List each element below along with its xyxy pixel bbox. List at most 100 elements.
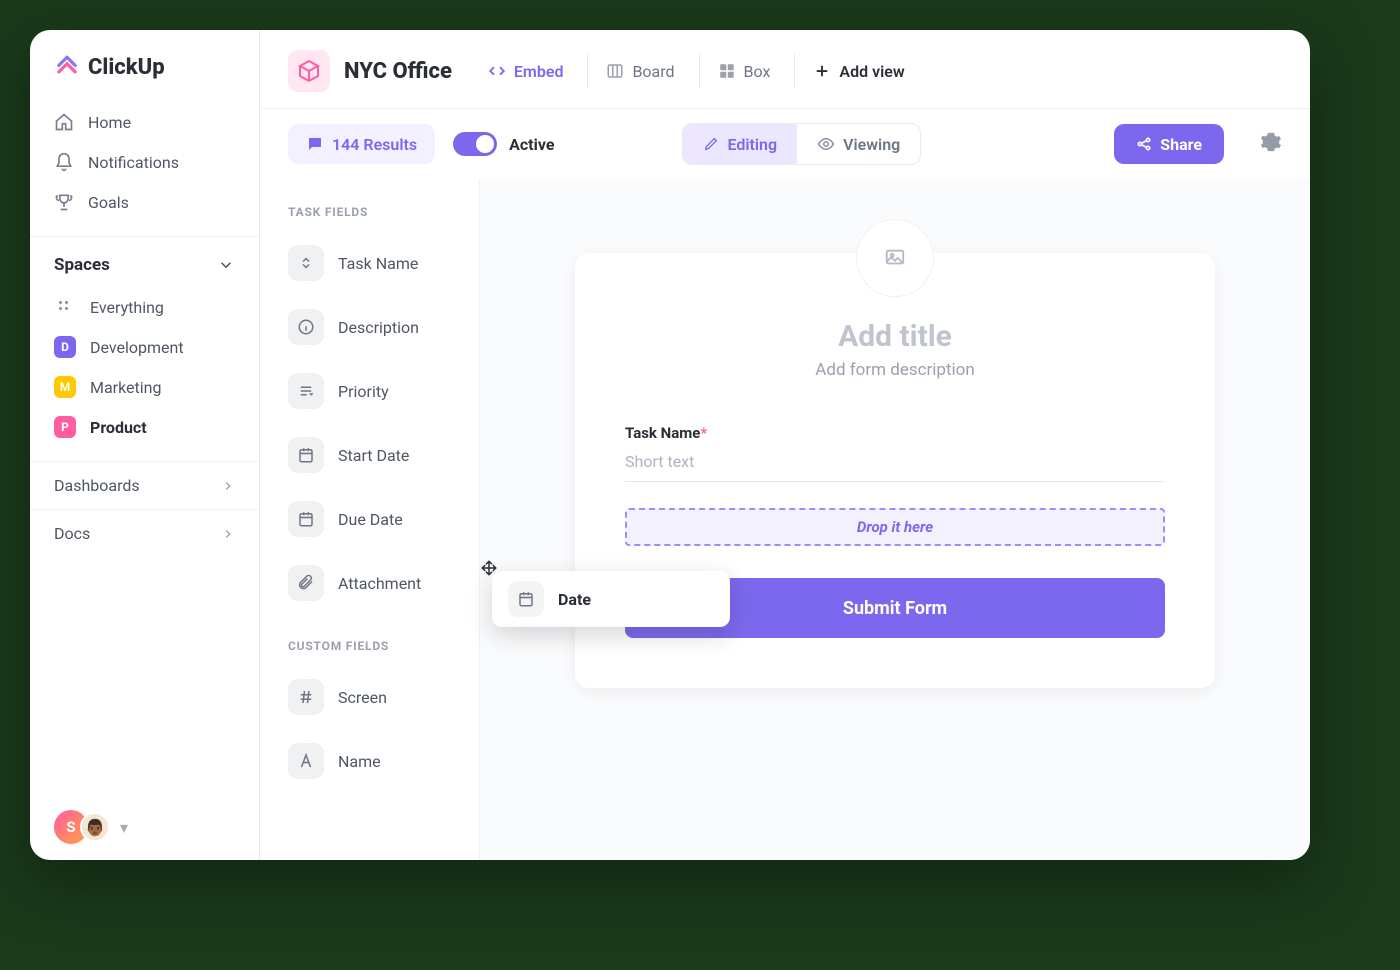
nav-home[interactable]: Home [30,102,259,142]
view-tab-embed[interactable]: Embed [470,54,582,88]
dragging-field-chip[interactable]: Date [492,571,730,627]
mode-editing-label: Editing [727,135,777,154]
field-label: Start Date [338,446,409,465]
field-label: Screen [338,688,387,707]
bell-icon [54,152,74,172]
avatar-secondary: 👨🏾 [80,812,110,842]
field-name[interactable]: Name [288,735,479,787]
field-start-date[interactable]: Start Date [288,429,479,481]
topbar: NYC Office Embed Board Box Add view [260,30,1310,109]
space-badge: M [54,376,76,398]
add-view-label: Add view [839,62,904,81]
form-cover-image-button[interactable] [856,219,934,297]
view-tab-board-label: Board [632,62,674,81]
box-icon [718,62,736,80]
form-canvas: Add title Add form description Task Name… [480,179,1310,860]
view-tab-embed-label: Embed [514,62,564,81]
space-everything[interactable]: Everything [30,287,259,327]
plus-icon [813,62,831,80]
add-view-button[interactable]: Add view [794,54,922,88]
dragging-field-label: Date [558,590,591,609]
cube-icon [288,50,330,92]
settings-button[interactable] [1260,131,1282,157]
app-window: ClickUp Home Notifications Goals Spaces … [30,30,1310,860]
field-label: Due Date [338,510,403,529]
nav-docs-label: Docs [54,524,90,543]
form-description-input[interactable]: Add form description [625,360,1165,380]
space-development[interactable]: D Development [30,327,259,367]
field-priority[interactable]: Priority [288,365,479,417]
expand-icon [288,245,324,281]
chevron-right-icon [221,527,235,541]
calendar-icon [288,437,324,473]
priority-icon [288,373,324,409]
field-label: Description [338,318,419,337]
form-field-label: Task Name* [625,424,1165,442]
space-development-label: Development [90,338,184,357]
mode-editing[interactable]: Editing [683,124,797,164]
mode-viewing[interactable]: Viewing [797,124,920,164]
toggle-switch-icon [453,132,497,156]
space-everything-label: Everything [90,298,164,317]
chat-icon [306,135,324,153]
form-field-task-name[interactable]: Task Name* Short text [625,424,1165,482]
form-field-placeholder: Short text [625,452,1165,482]
field-label: Attachment [338,574,421,593]
user-avatar-cluster[interactable]: S 👨🏾 ▾ [30,810,259,844]
letter-a-icon [288,743,324,779]
mode-group: Editing Viewing [682,123,921,165]
image-icon [882,247,908,269]
embed-icon [488,62,506,80]
task-fields-header: TASK FIELDS [288,205,479,219]
nav-dashboards[interactable]: Dashboards [30,461,259,509]
space-badge: P [54,416,76,438]
nav-dashboards-label: Dashboards [54,476,140,495]
field-description[interactable]: Description [288,301,479,353]
clickup-logo-icon [54,54,80,80]
paperclip-icon [288,565,324,601]
spaces-header[interactable]: Spaces [30,236,259,287]
space-marketing[interactable]: M Marketing [30,367,259,407]
share-button-label: Share [1160,135,1202,154]
form-title-input[interactable]: Add title [625,319,1165,354]
nav-goals-label: Goals [88,193,129,212]
active-toggle[interactable]: Active [453,132,554,156]
share-button[interactable]: Share [1114,124,1224,164]
nav-docs[interactable]: Docs [30,509,259,557]
spaces-header-label: Spaces [54,255,110,275]
space-chip[interactable]: NYC Office [288,50,464,92]
sidebar: ClickUp Home Notifications Goals Spaces … [30,30,260,860]
board-icon [606,62,624,80]
field-due-date[interactable]: Due Date [288,493,479,545]
info-icon [288,309,324,345]
space-product[interactable]: P Product [30,407,259,447]
active-toggle-label: Active [509,135,554,154]
view-tab-box[interactable]: Box [699,54,789,88]
trophy-icon [54,192,74,212]
grid-dots-icon [54,296,76,318]
main-content: NYC Office Embed Board Box Add view [260,30,1310,860]
field-label: Priority [338,382,389,401]
brand-logo[interactable]: ClickUp [30,54,259,102]
nav-goals[interactable]: Goals [30,182,259,222]
field-screen[interactable]: Screen [288,671,479,723]
results-pill[interactable]: 144 Results [288,124,435,164]
custom-fields-header: CUSTOM FIELDS [288,639,479,653]
dropzone[interactable]: Drop it here [625,508,1165,546]
home-icon [54,112,74,132]
field-attachment[interactable]: Attachment [288,557,479,609]
fields-panel: TASK FIELDS Task Name Description Priori… [260,179,480,860]
space-badge: D [54,336,76,358]
view-tab-board[interactable]: Board [587,54,692,88]
field-label: Task Name [338,254,418,273]
results-count: 144 Results [332,135,417,154]
gear-icon [1260,131,1282,153]
view-tab-box-label: Box [744,62,771,81]
field-task-name[interactable]: Task Name [288,237,479,289]
chevron-right-icon [221,479,235,493]
nav-notifications-label: Notifications [88,153,179,172]
calendar-icon [288,501,324,537]
space-product-label: Product [90,418,147,437]
pencil-icon [703,136,719,152]
nav-notifications[interactable]: Notifications [30,142,259,182]
